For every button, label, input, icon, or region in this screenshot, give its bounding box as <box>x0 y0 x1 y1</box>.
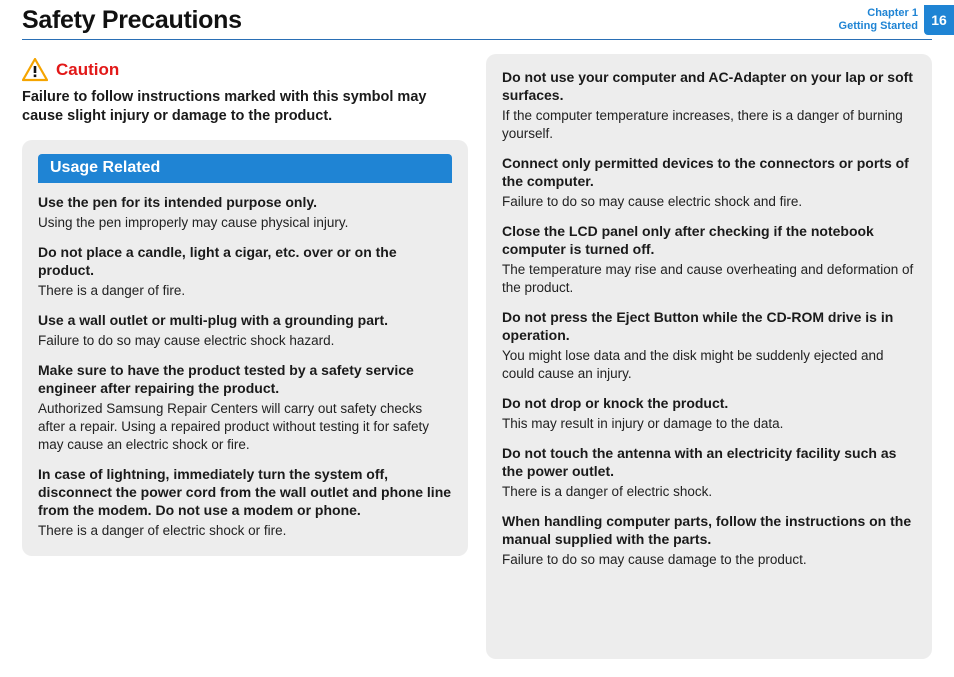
list-item: Do not use your computer and AC-Adapter … <box>502 68 916 143</box>
caution-header: Caution <box>22 58 468 82</box>
page-title: Safety Precautions <box>22 6 242 35</box>
item-heading: Use the pen for its intended purpose onl… <box>38 193 452 211</box>
chapter-line1: Chapter 1 <box>839 7 918 20</box>
page-number: 16 <box>924 5 954 35</box>
title-wrap: Safety Precautions <box>0 6 242 35</box>
list-item: When handling computer parts, follow the… <box>502 512 916 569</box>
list-item: Do not place a candle, light a cigar, et… <box>38 243 452 300</box>
warning-triangle-icon <box>22 58 48 82</box>
section-title: Usage Related <box>38 154 452 183</box>
item-body: There is a danger of fire. <box>38 282 452 300</box>
item-heading: Do not place a candle, light a cigar, et… <box>38 243 452 279</box>
item-heading: When handling computer parts, follow the… <box>502 512 916 548</box>
left-panel: Usage Related Use the pen for its intend… <box>22 140 468 556</box>
item-body: Using the pen improperly may cause physi… <box>38 214 452 232</box>
list-item: Make sure to have the product tested by … <box>38 361 452 454</box>
item-heading: Use a wall outlet or multi-plug with a g… <box>38 311 452 329</box>
item-heading: Do not press the Eject Button while the … <box>502 308 916 344</box>
list-item: Use a wall outlet or multi-plug with a g… <box>38 311 452 350</box>
list-item: Do not touch the antenna with an electri… <box>502 444 916 501</box>
item-heading: Do not drop or knock the product. <box>502 394 916 412</box>
item-body: The temperature may rise and cause overh… <box>502 261 916 297</box>
item-heading: Do not use your computer and AC-Adapter … <box>502 68 916 104</box>
caution-label: Caution <box>56 60 119 80</box>
list-item: Connect only permitted devices to the co… <box>502 154 916 211</box>
list-item: Use the pen for its intended purpose onl… <box>38 193 452 232</box>
right-panel: Do not use your computer and AC-Adapter … <box>486 54 932 659</box>
page: Safety Precautions Chapter 1 Getting Sta… <box>0 0 954 677</box>
item-heading: Connect only permitted devices to the co… <box>502 154 916 190</box>
item-body: This may result in injury or damage to t… <box>502 415 916 433</box>
item-heading: Close the LCD panel only after checking … <box>502 222 916 258</box>
item-heading: In case of lightning, immediately turn t… <box>38 465 452 519</box>
item-body: Failure to do so may cause electric shoc… <box>38 332 452 350</box>
right-column: Do not use your computer and AC-Adapter … <box>486 54 932 659</box>
caution-description: Failure to follow instructions marked wi… <box>22 88 468 126</box>
left-column: Caution Failure to follow instructions m… <box>22 54 468 659</box>
title-rule <box>22 39 932 40</box>
chapter-line2: Getting Started <box>839 20 918 33</box>
item-heading: Make sure to have the product tested by … <box>38 361 452 397</box>
content-columns: Caution Failure to follow instructions m… <box>0 54 954 677</box>
list-item: Close the LCD panel only after checking … <box>502 222 916 297</box>
item-body: Authorized Samsung Repair Centers will c… <box>38 400 452 454</box>
item-body: There is a danger of electric shock or f… <box>38 522 452 540</box>
list-item: Do not drop or knock the product. This m… <box>502 394 916 433</box>
chapter-label: Chapter 1 Getting Started <box>839 5 924 33</box>
item-body: You might lose data and the disk might b… <box>502 347 916 383</box>
list-item: Do not press the Eject Button while the … <box>502 308 916 383</box>
item-body: Failure to do so may cause electric shoc… <box>502 193 916 211</box>
item-body: There is a danger of electric shock. <box>502 483 916 501</box>
list-item: In case of lightning, immediately turn t… <box>38 465 452 540</box>
item-body: Failure to do so may cause damage to the… <box>502 551 916 569</box>
header-right: Chapter 1 Getting Started 16 <box>839 5 954 35</box>
item-heading: Do not touch the antenna with an electri… <box>502 444 916 480</box>
item-body: If the computer temperature increases, t… <box>502 107 916 143</box>
header: Safety Precautions Chapter 1 Getting Sta… <box>0 0 954 35</box>
